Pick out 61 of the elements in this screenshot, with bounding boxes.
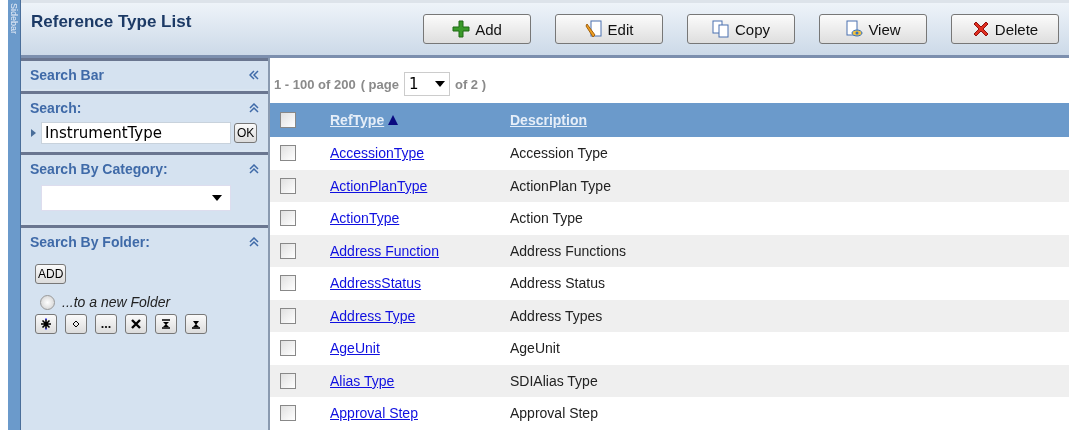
view-icon bbox=[845, 20, 864, 38]
row-checkbox[interactable] bbox=[280, 307, 296, 324]
expand-arrow-icon[interactable] bbox=[30, 128, 38, 138]
dropdown-arrow-icon bbox=[212, 195, 222, 201]
dropdown-arrow-icon bbox=[434, 81, 445, 87]
row-checkbox[interactable] bbox=[280, 340, 296, 357]
description-cell: SDIAlias Type bbox=[510, 372, 598, 389]
bottom-icon[interactable] bbox=[185, 314, 207, 334]
delete-icon bbox=[971, 20, 990, 38]
ref-type-link[interactable]: AccessionType bbox=[330, 145, 425, 162]
page-count: of 2 ) bbox=[454, 76, 486, 92]
cross-icon[interactable] bbox=[125, 314, 147, 334]
description-cell: AgeUnit bbox=[510, 340, 560, 357]
add-button[interactable]: Add bbox=[423, 14, 531, 44]
page-dropdown[interactable]: 1 bbox=[403, 72, 450, 96]
section-title: Search By Category: bbox=[30, 161, 168, 177]
description-cell: Accession Type bbox=[510, 145, 608, 162]
add-icon bbox=[452, 20, 471, 38]
radio-label: ...to a new Folder bbox=[62, 294, 171, 310]
row-checkbox[interactable] bbox=[280, 275, 296, 292]
ref-type-link[interactable]: Approval Step bbox=[330, 405, 418, 422]
collapse-up-icon[interactable] bbox=[249, 237, 259, 247]
row-checkbox[interactable] bbox=[280, 145, 296, 162]
collapse-up-icon[interactable] bbox=[249, 164, 259, 174]
page-label: ( page bbox=[360, 76, 399, 92]
view-button[interactable]: View bbox=[819, 14, 927, 44]
asterisk-icon[interactable] bbox=[35, 314, 57, 334]
record-range: 1 - 100 of 200 bbox=[274, 76, 356, 92]
radio-button[interactable] bbox=[40, 294, 55, 310]
select-all-checkbox[interactable] bbox=[280, 112, 296, 128]
description-cell: Action Type bbox=[510, 210, 583, 227]
ellipsis-icon[interactable] bbox=[95, 314, 117, 334]
edit-icon bbox=[584, 20, 603, 38]
description-cell: ActionPlan Type bbox=[510, 177, 611, 194]
collapse-left-icon[interactable] bbox=[249, 70, 259, 80]
search-field[interactable]: InstrumentType bbox=[41, 122, 231, 144]
row-checkbox[interactable] bbox=[280, 177, 296, 194]
row-checkbox[interactable] bbox=[280, 210, 296, 227]
description-cell: Address Functions bbox=[510, 242, 626, 259]
row-checkbox[interactable] bbox=[280, 372, 296, 389]
collapse-up-icon[interactable] bbox=[249, 103, 259, 113]
description-cell: Address Status bbox=[510, 275, 605, 292]
top-icon[interactable] bbox=[155, 314, 177, 334]
panel-title: Search Bar bbox=[30, 67, 104, 83]
section-title: Search: bbox=[30, 100, 82, 116]
copy-button[interactable]: Copy bbox=[687, 14, 795, 44]
row-checkbox[interactable] bbox=[280, 405, 296, 422]
add-folder-button[interactable]: ADD bbox=[35, 264, 67, 284]
ref-type-link[interactable]: Alias Type bbox=[330, 372, 395, 389]
ref-type-link[interactable]: AgeUnit bbox=[330, 340, 380, 357]
page-title: Reference Type List bbox=[31, 12, 193, 32]
delete-button[interactable]: Delete bbox=[951, 14, 1059, 44]
ref-type-link[interactable]: ActionType bbox=[330, 210, 400, 227]
description-cell: Address Types bbox=[510, 307, 603, 324]
description-cell: Approval Step bbox=[510, 405, 598, 422]
row-checkbox[interactable] bbox=[280, 242, 296, 259]
edit-button[interactable]: Edit bbox=[555, 14, 663, 44]
ok-button[interactable]: OK bbox=[234, 123, 258, 143]
copy-icon bbox=[712, 20, 730, 38]
ref-type-link[interactable]: AddressStatus bbox=[330, 275, 422, 292]
section-title: Search By Folder: bbox=[30, 234, 150, 250]
